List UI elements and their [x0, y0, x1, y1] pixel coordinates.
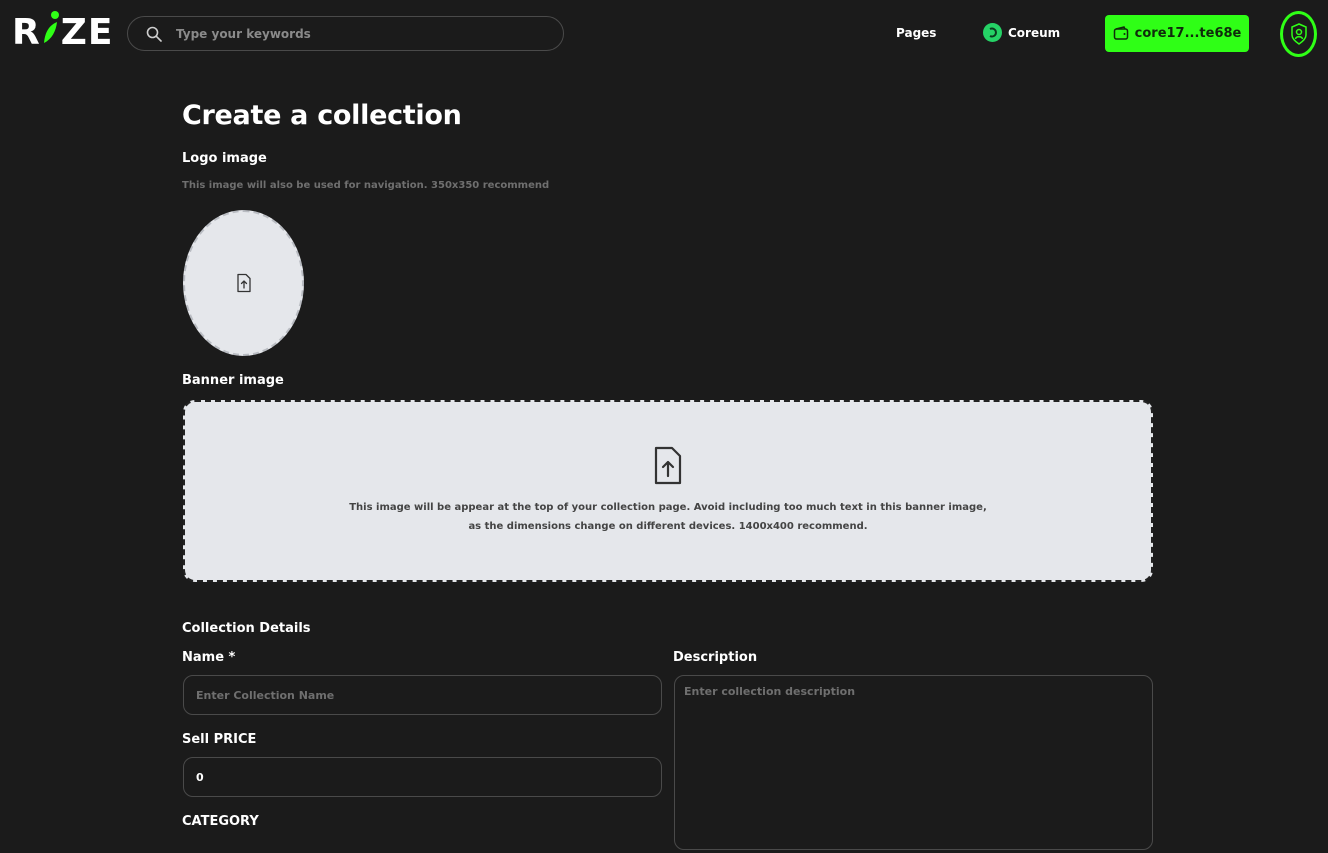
sell-price-input[interactable] — [184, 758, 661, 796]
collection-description-textarea[interactable] — [675, 676, 1152, 849]
banner-upload-dropzone[interactable]: This image will be appear at the top of … — [183, 400, 1153, 582]
sell-price-label: Sell PRICE — [182, 732, 257, 747]
top-navbar: R ZE Pages Coreum core17...te68e — [0, 0, 1328, 68]
search-icon — [146, 26, 162, 42]
collection-name-input[interactable] — [184, 676, 661, 714]
name-label: Name * — [182, 650, 236, 665]
search-bar[interactable] — [127, 16, 564, 51]
chain-selector[interactable]: Coreum — [983, 23, 1060, 42]
logo-image-hint: This image will also be used for navigat… — [182, 180, 550, 191]
rize-logo[interactable]: R ZE — [12, 11, 113, 53]
wallet-button[interactable]: core17...te68e — [1105, 15, 1249, 52]
wallet-address: core17...te68e — [1134, 26, 1242, 41]
description-label: Description — [673, 650, 758, 665]
logo-leaf-icon — [42, 11, 60, 49]
wallet-icon — [1113, 26, 1128, 40]
category-label: CATEGORY — [182, 814, 259, 829]
nav-pages-link[interactable]: Pages — [896, 26, 936, 40]
description-field[interactable] — [674, 675, 1153, 850]
sell-price-field[interactable] — [183, 757, 662, 797]
logo-upload-dropzone[interactable] — [183, 210, 304, 356]
file-upload-icon — [236, 273, 251, 293]
user-shield-icon — [1290, 23, 1307, 45]
profile-avatar-button[interactable] — [1280, 11, 1317, 57]
banner-upload-hint: This image will be appear at the top of … — [349, 502, 987, 532]
name-field[interactable] — [183, 675, 662, 715]
coreum-icon — [983, 23, 1002, 42]
file-upload-icon — [654, 446, 682, 485]
page-title: Create a collection — [182, 100, 462, 131]
chain-name: Coreum — [1008, 25, 1061, 40]
search-input[interactable] — [176, 26, 536, 41]
collection-details-heading: Collection Details — [182, 621, 311, 636]
logo-image-label: Logo image — [182, 151, 267, 166]
banner-image-label: Banner image — [182, 373, 284, 388]
